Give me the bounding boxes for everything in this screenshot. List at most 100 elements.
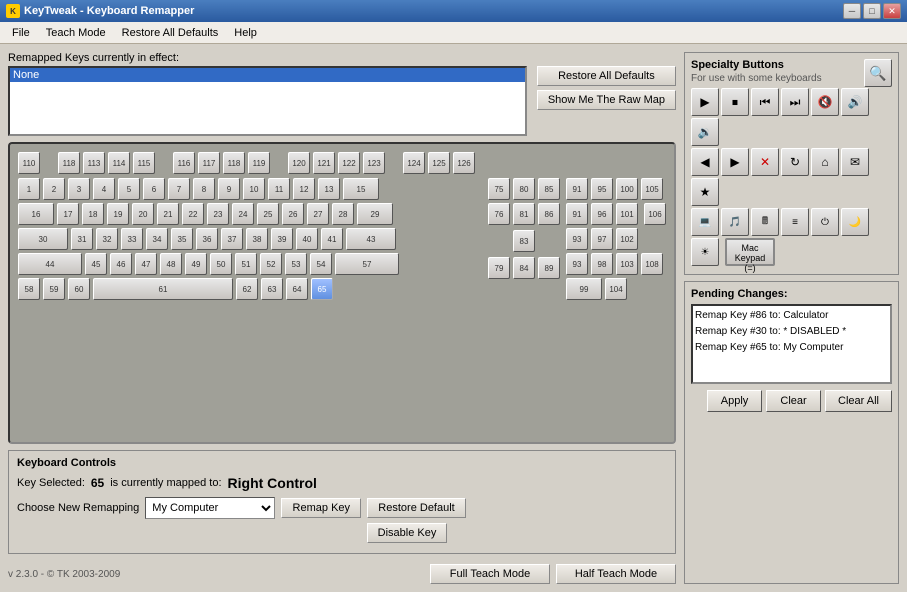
restore-all-defaults-button[interactable]: Restore All Defaults: [537, 66, 676, 86]
disable-key-button[interactable]: Disable Key: [367, 523, 448, 543]
key-41[interactable]: 41: [321, 228, 343, 250]
key-39[interactable]: 39: [271, 228, 293, 250]
key-76[interactable]: 76: [488, 203, 510, 225]
key-5[interactable]: 5: [118, 178, 140, 200]
key-122[interactable]: 122: [338, 152, 360, 174]
key-16[interactable]: 16: [18, 203, 54, 225]
key-29[interactable]: 29: [357, 203, 393, 225]
key-52[interactable]: 52: [260, 253, 282, 275]
key-104[interactable]: 104: [605, 278, 627, 300]
key-64[interactable]: 64: [286, 278, 308, 300]
key-46[interactable]: 46: [110, 253, 132, 275]
specialty-mute[interactable]: 🔇: [811, 88, 839, 116]
remap-select[interactable]: My Computer: [145, 497, 275, 519]
key-54[interactable]: 54: [310, 253, 332, 275]
mac-keypad-button[interactable]: MacKeypad (=): [725, 238, 775, 266]
key-49[interactable]: 49: [185, 253, 207, 275]
half-teach-mode-button[interactable]: Half Teach Mode: [556, 564, 676, 584]
key-26[interactable]: 26: [282, 203, 304, 225]
key-85[interactable]: 85: [538, 178, 560, 200]
full-teach-mode-button[interactable]: Full Teach Mode: [430, 564, 550, 584]
key-33[interactable]: 33: [121, 228, 143, 250]
key-7[interactable]: 7: [168, 178, 190, 200]
specialty-stop2[interactable]: ✕: [751, 148, 779, 176]
key-58[interactable]: 58: [18, 278, 40, 300]
specialty-play[interactable]: ▶: [691, 88, 719, 116]
key-61[interactable]: 61: [93, 278, 233, 300]
key-21[interactable]: 21: [157, 203, 179, 225]
key-101[interactable]: 101: [616, 203, 638, 225]
specialty-apps[interactable]: ≡: [781, 208, 809, 236]
key-9[interactable]: 9: [218, 178, 240, 200]
key-2[interactable]: 2: [43, 178, 65, 200]
key-84[interactable]: 84: [513, 257, 535, 279]
key-51[interactable]: 51: [235, 253, 257, 275]
key-121[interactable]: 121: [313, 152, 335, 174]
restore-default-button[interactable]: Restore Default: [367, 498, 465, 518]
key-113[interactable]: 113: [83, 152, 105, 174]
key-4[interactable]: 4: [93, 178, 115, 200]
close-button[interactable]: ✕: [883, 3, 901, 19]
key-99[interactable]: 99: [566, 278, 602, 300]
key-108[interactable]: 108: [641, 253, 663, 275]
specialty-forward[interactable]: ▶: [721, 148, 749, 176]
minimize-button[interactable]: ─: [843, 3, 861, 19]
key-93[interactable]: 93: [566, 228, 588, 250]
remapped-none-item[interactable]: None: [10, 68, 525, 82]
key-8[interactable]: 8: [193, 178, 215, 200]
specialty-key-search[interactable]: 🔍: [864, 59, 892, 87]
key-11[interactable]: 11: [268, 178, 290, 200]
specialty-refresh[interactable]: ↻: [781, 148, 809, 176]
key-37[interactable]: 37: [221, 228, 243, 250]
key-50[interactable]: 50: [210, 253, 232, 275]
key-114[interactable]: 114: [108, 152, 130, 174]
key-10[interactable]: 10: [243, 178, 265, 200]
key-60[interactable]: 60: [68, 278, 90, 300]
key-118b[interactable]: 118: [223, 152, 245, 174]
key-13[interactable]: 13: [318, 178, 340, 200]
key-32[interactable]: 32: [96, 228, 118, 250]
key-79[interactable]: 79: [488, 257, 510, 279]
key-22[interactable]: 22: [182, 203, 204, 225]
key-75[interactable]: 75: [488, 178, 510, 200]
specialty-prev[interactable]: ⏮: [751, 88, 779, 116]
specialty-mycomp[interactable]: 💻: [691, 208, 719, 236]
key-80[interactable]: 80: [513, 178, 535, 200]
apply-button[interactable]: Apply: [707, 390, 762, 412]
key-15[interactable]: 15: [343, 178, 379, 200]
remap-key-button[interactable]: Remap Key: [281, 498, 361, 518]
key-123[interactable]: 123: [363, 152, 385, 174]
key-81[interactable]: 81: [513, 203, 535, 225]
key-25[interactable]: 25: [257, 203, 279, 225]
key-27[interactable]: 27: [307, 203, 329, 225]
key-45[interactable]: 45: [85, 253, 107, 275]
menu-file[interactable]: File: [4, 25, 38, 41]
show-raw-map-button[interactable]: Show Me The Raw Map: [537, 90, 676, 110]
specialty-home[interactable]: ⌂: [811, 148, 839, 176]
specialty-mail[interactable]: ✉: [841, 148, 869, 176]
key-106[interactable]: 106: [644, 203, 666, 225]
specialty-power[interactable]: ⏻: [811, 208, 839, 236]
key-34[interactable]: 34: [146, 228, 168, 250]
key-62[interactable]: 62: [236, 278, 258, 300]
specialty-volup[interactable]: 🔊: [841, 88, 869, 116]
key-110[interactable]: 110: [18, 152, 40, 174]
key-105[interactable]: 105: [641, 178, 663, 200]
key-83[interactable]: 83: [513, 230, 535, 252]
key-48[interactable]: 48: [160, 253, 182, 275]
key-17[interactable]: 17: [57, 203, 79, 225]
key-96[interactable]: 96: [591, 203, 613, 225]
menu-help[interactable]: Help: [226, 25, 265, 41]
specialty-voldown[interactable]: 🔉: [691, 118, 719, 146]
key-86[interactable]: 86: [538, 203, 560, 225]
key-120[interactable]: 120: [288, 152, 310, 174]
key-43[interactable]: 43: [346, 228, 396, 250]
key-97[interactable]: 97: [591, 228, 613, 250]
specialty-stop[interactable]: ⏹: [721, 88, 749, 116]
key-92[interactable]: 91: [566, 203, 588, 225]
key-53[interactable]: 53: [285, 253, 307, 275]
key-1[interactable]: 1: [18, 178, 40, 200]
key-91[interactable]: 91: [566, 178, 588, 200]
menu-restore-all[interactable]: Restore All Defaults: [114, 25, 227, 41]
specialty-next[interactable]: ⏭: [781, 88, 809, 116]
